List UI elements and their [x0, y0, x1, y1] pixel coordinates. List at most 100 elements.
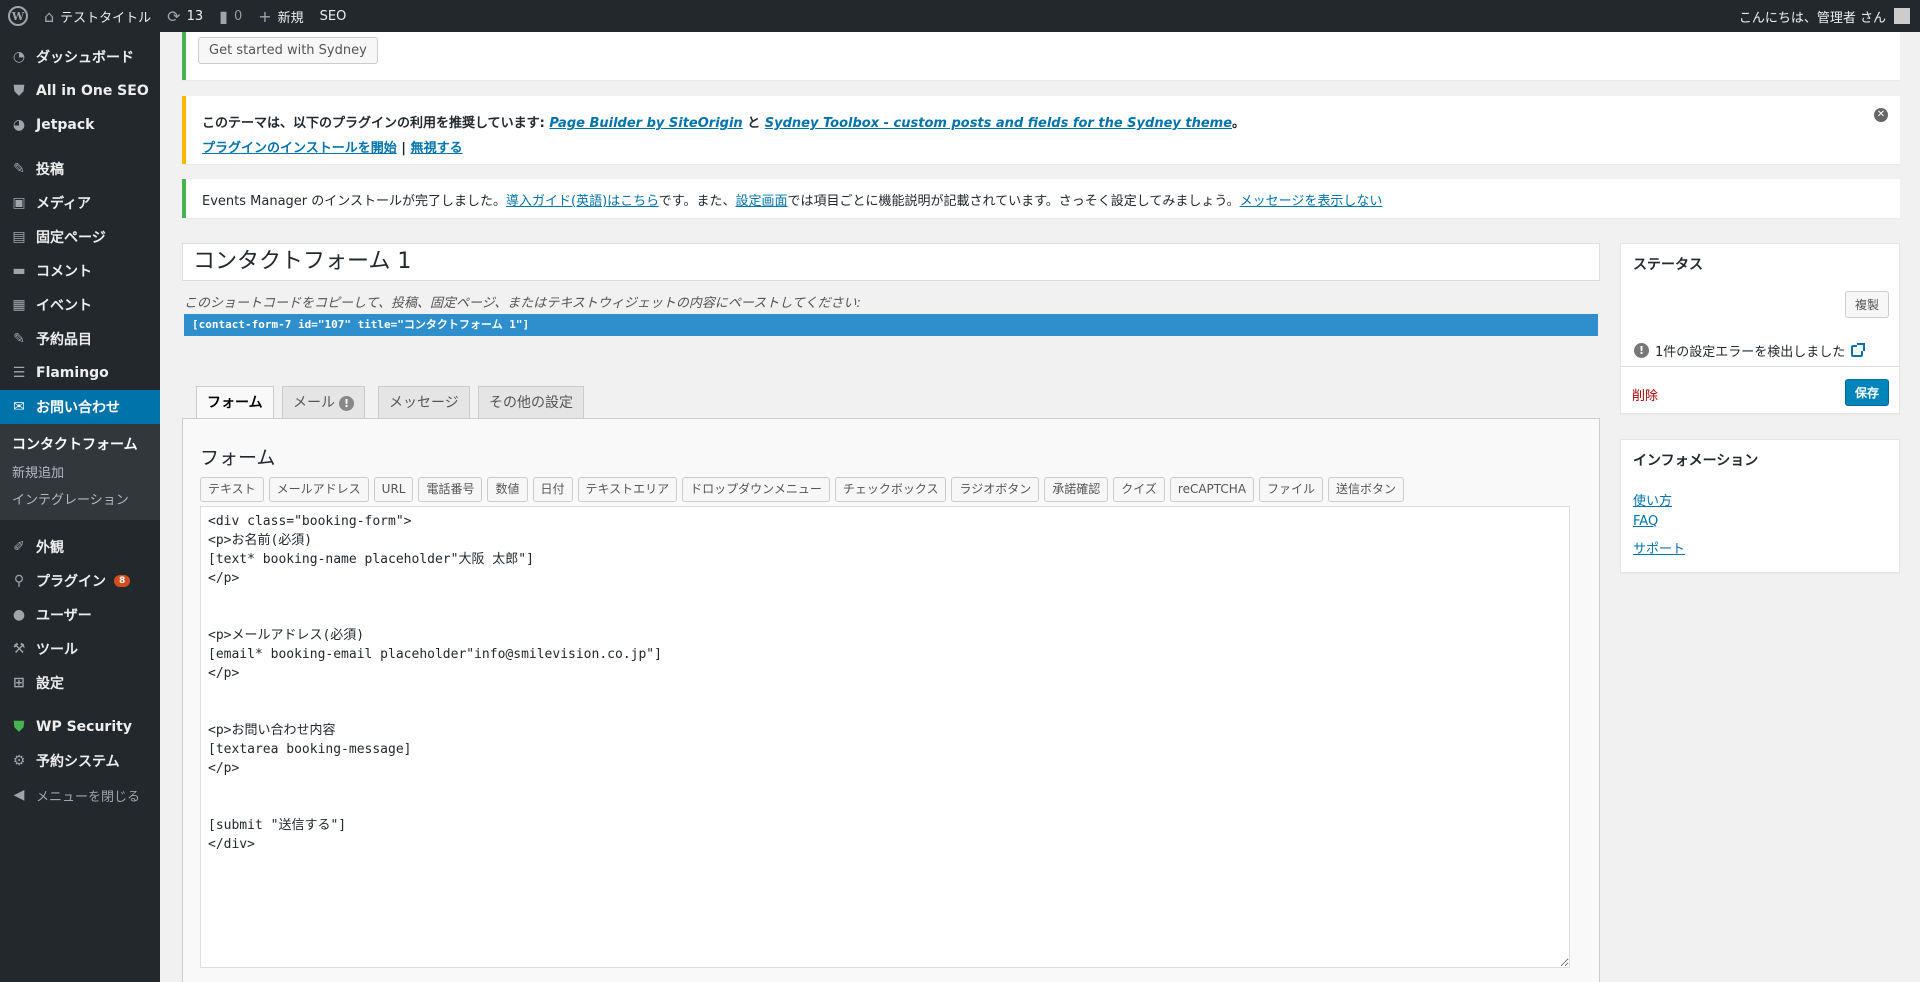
sidebar-item-flamingo[interactable]: ☰ Flamingo: [0, 356, 160, 390]
site-name-menu[interactable]: ⌂ テストタイトル: [36, 0, 159, 32]
sidebar-item-posts[interactable]: ✎ 投稿: [0, 152, 160, 186]
sidebar-item-appearance[interactable]: ✐ 外観: [0, 530, 160, 564]
faq-link[interactable]: FAQ: [1633, 514, 1658, 529]
shortcode-description: このショートコードをコピーして、投稿、固定ページ、またはテキストウィジェットの内…: [184, 296, 861, 311]
delete-link[interactable]: 削除: [1632, 385, 1658, 404]
account-menu[interactable]: こんにちは、管理者 さん: [1739, 7, 1920, 26]
support-link[interactable]: サポート: [1633, 538, 1685, 557]
save-button[interactable]: 保存: [1844, 379, 1889, 406]
site-title: テストタイトル: [60, 10, 152, 26]
tag-button-email[interactable]: メールアドレス: [268, 477, 369, 502]
config-error-line: ! 1件の設定エラーを検出しました: [1634, 341, 1866, 360]
duplicate-button[interactable]: 複製: [1844, 291, 1889, 318]
guide-link[interactable]: 導入ガイド(英語)はこちら: [506, 194, 659, 209]
dismiss-link[interactable]: 無視する: [411, 141, 463, 156]
form-title-input[interactable]: コンタクトフォーム 1: [182, 243, 1600, 281]
tag-button-acceptance[interactable]: 承諾確認: [1044, 477, 1109, 502]
external-link-icon[interactable]: [1851, 342, 1866, 357]
plugin-update-badge: 8: [114, 575, 131, 587]
sidebar-item-jetpack[interactable]: ◕ Jetpack: [0, 108, 160, 142]
new-label: 新規: [277, 10, 304, 26]
settings-icon: ⊞: [13, 675, 25, 691]
shield-icon: ⛊: [13, 83, 25, 99]
tab-label: フォーム: [207, 395, 263, 411]
recommend-text: このテーマは、以下のプラグインの利用を推奨しています:: [202, 116, 550, 131]
sidebar-item-label: 予約品目: [36, 332, 92, 348]
sidebar-item-plugins[interactable]: ⚲ プラグイン 8: [0, 564, 160, 598]
tab-other-settings[interactable]: その他の設定: [478, 386, 584, 418]
tag-button-dropdown[interactable]: ドロップダウンメニュー: [682, 477, 830, 502]
list-icon: ☰: [12, 365, 26, 381]
sidebar-item-events[interactable]: ▦ イベント: [0, 288, 160, 322]
sidebar-item-users[interactable]: ● ユーザー: [0, 598, 160, 632]
plugin-link-page-builder[interactable]: Page Builder by SiteOrigin: [549, 116, 742, 131]
tag-button-recaptcha[interactable]: reCAPTCHA: [1169, 477, 1255, 502]
sidebar-item-settings[interactable]: ⊞ 設定: [0, 666, 160, 700]
tab-form[interactable]: フォーム: [196, 386, 274, 419]
wp-logo-menu[interactable]: W: [0, 0, 36, 32]
tag-button-quiz[interactable]: クイズ: [1113, 477, 1165, 502]
comments-count: 0: [233, 8, 243, 24]
hide-message-link[interactable]: メッセージを表示しない: [1240, 194, 1383, 209]
sidebar-item-booking-system[interactable]: ⚙ 予約システム: [0, 744, 160, 778]
events-manager-notice: Events Manager のインストールが完了しました。導入ガイド(英語)は…: [182, 179, 1900, 218]
jetpack-icon: ◕: [12, 117, 26, 133]
tag-button-checkbox[interactable]: チェックボックス: [834, 477, 947, 502]
tag-button-text[interactable]: テキスト: [200, 477, 264, 502]
information-box-title: インフォメーション: [1633, 453, 1759, 469]
sidebar-collapse-menu[interactable]: ◀ メニューを閉じる: [0, 778, 160, 812]
get-started-sydney-button[interactable]: Get started with Sydney: [198, 37, 378, 64]
error-icon: !: [1634, 343, 1649, 358]
submenu-add-new[interactable]: 新規追加: [0, 458, 160, 485]
sidebar-item-media[interactable]: ▣ メディア: [0, 186, 160, 220]
form-panel: フォーム テキスト メールアドレス URL 電話番号 数値 日付 テキストエリア…: [182, 418, 1600, 982]
tag-button-date[interactable]: 日付: [532, 477, 573, 502]
shortcode-field[interactable]: [contact-form-7 id="107" title="コンタクトフォー…: [184, 314, 1598, 336]
settings-screen-link[interactable]: 設定画面: [735, 194, 787, 209]
wordpress-logo-icon: W: [8, 6, 28, 26]
status-box-divider: [1621, 366, 1899, 367]
tag-button-radio[interactable]: ラジオボタン: [951, 477, 1040, 502]
status-box-title: ステータス: [1633, 257, 1703, 273]
comments-menu[interactable]: ▮ 0: [211, 0, 250, 32]
sidebar-item-booking-items[interactable]: ✎ 予約品目: [0, 322, 160, 356]
sidebar-item-label: 投稿: [36, 162, 64, 178]
tag-button-file[interactable]: ファイル: [1259, 477, 1324, 502]
submenu-contact-forms[interactable]: コンタクトフォーム: [0, 430, 160, 458]
sidebar-item-contact[interactable]: ✉ お問い合わせ: [0, 390, 160, 424]
install-plugins-link[interactable]: プラグインのインストールを開始: [202, 141, 397, 156]
seo-menu[interactable]: SEO: [312, 0, 355, 32]
updates-menu[interactable]: ⟳ 13: [159, 0, 211, 32]
tab-mail[interactable]: メール!: [282, 386, 365, 418]
tag-button-submit[interactable]: 送信ボタン: [1328, 477, 1405, 502]
tag-button-url[interactable]: URL: [373, 477, 414, 502]
sidebar-item-comments[interactable]: ▬ コメント: [0, 254, 160, 288]
new-content-menu[interactable]: + 新規: [250, 0, 311, 32]
and-text: と: [742, 116, 765, 131]
tag-button-textarea[interactable]: テキストエリア: [577, 477, 678, 502]
sidebar-item-dashboard[interactable]: ◔ ダッシュボード: [0, 40, 160, 74]
sidebar-item-label: メニューを閉じる: [36, 789, 141, 805]
sidebar-item-tools[interactable]: ⚒ ツール: [0, 632, 160, 666]
tag-button-number[interactable]: 数値: [487, 477, 528, 502]
sidebar-item-label: イベント: [36, 298, 92, 314]
home-icon: ⌂: [44, 6, 55, 26]
tag-button-tel[interactable]: 電話番号: [418, 477, 483, 502]
sidebar-item-label: 設定: [36, 676, 64, 692]
tab-messages[interactable]: メッセージ: [378, 386, 470, 418]
plugin-link-sydney-toolbox[interactable]: Sydney Toolbox - custom posts and fields…: [765, 116, 1232, 131]
form-template-editor[interactable]: <div class="booking-form"> <p>お名前(必須) [t…: [200, 506, 1570, 968]
sidebar-item-pages[interactable]: ▤ 固定ページ: [0, 220, 160, 254]
user-icon: ●: [12, 607, 26, 623]
tab-label: その他の設定: [489, 395, 573, 411]
sidebar-item-wp-security[interactable]: ⛊ WP Security: [0, 710, 160, 744]
updates-count: 13: [186, 8, 204, 24]
close-icon[interactable]: ✕: [1874, 108, 1888, 122]
sidebar-item-label: メディア: [36, 196, 92, 212]
em-text-3: では項目ごとに機能説明が記載されています。さっそく設定してみましょう。: [787, 194, 1240, 209]
how-to-link[interactable]: 使い方: [1633, 490, 1672, 509]
submenu-integration[interactable]: インテグレーション: [0, 485, 160, 512]
recommended-plugins-notice: このテーマは、以下のプラグインの利用を推奨しています: Page Builder…: [182, 96, 1900, 164]
sidebar-item-label: 予約システム: [36, 754, 120, 770]
sidebar-item-all-in-one-seo[interactable]: ⛊ All in One SEO: [0, 74, 160, 108]
